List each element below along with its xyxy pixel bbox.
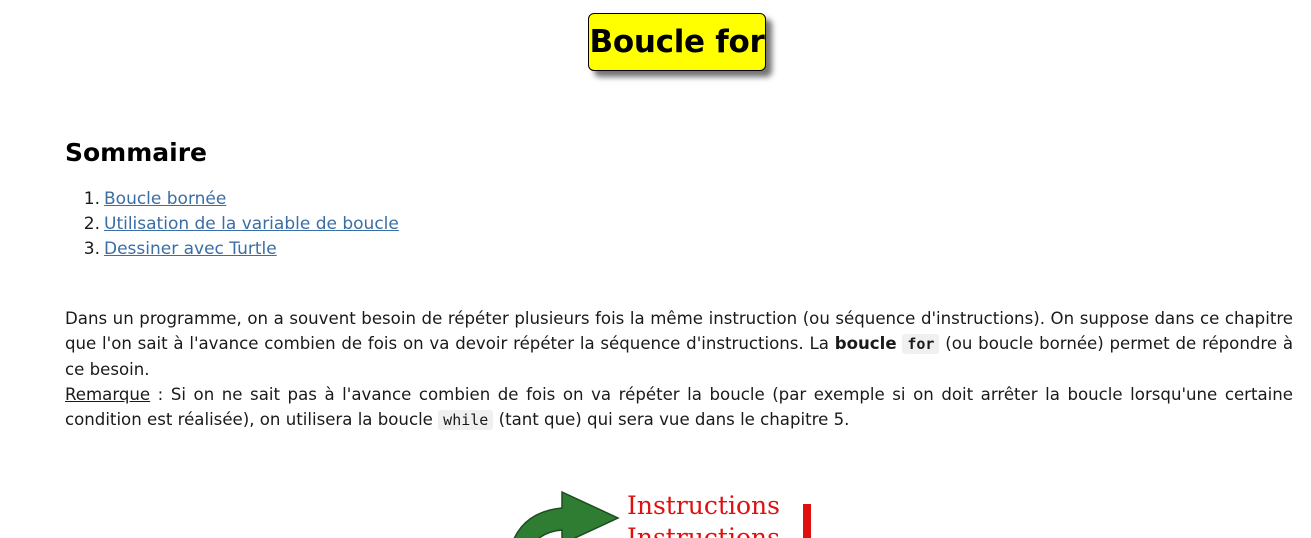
toc-link-boucle-bornee[interactable]: Boucle bornée <box>104 187 226 212</box>
toc-item: 1. Boucle bornée <box>65 187 399 212</box>
remark-paragraph: Remarque : Si on ne sait pas à l'avance … <box>65 382 1293 433</box>
diagram-label: Instructions <box>627 491 780 520</box>
loop-arrow-icon <box>513 490 620 538</box>
remark-label: Remarque <box>65 385 151 404</box>
toc-number: 3. <box>83 239 100 259</box>
table-of-contents: 1. Boucle bornée 2. Utilisation de la va… <box>65 187 399 262</box>
code-while: while <box>438 410 494 430</box>
title-box: Boucle for <box>588 13 766 71</box>
code-for: for <box>902 334 940 354</box>
sommaire-heading: Sommaire <box>65 138 208 167</box>
intro-paragraph: Dans un programme, on a souvent besoin d… <box>65 306 1293 382</box>
boucle-bold: boucle <box>834 334 897 353</box>
toc-item: 3. Dessiner avec Turtle <box>65 237 399 262</box>
toc-link-dessiner-avec-turtle[interactable]: Dessiner avec Turtle <box>104 237 277 262</box>
page-title: Boucle for <box>589 24 765 60</box>
diagram-label: Instructions <box>627 523 780 538</box>
remark-text-part: (tant que) qui sera vue dans le chapitre… <box>493 410 850 429</box>
bracket-bar <box>803 504 811 538</box>
toc-number: 1. <box>83 189 100 209</box>
intro-text: Dans un programme, on a souvent besoin d… <box>65 306 1293 433</box>
loop-diagram: Instructions Instructions <box>500 470 830 538</box>
toc-link-variable-de-boucle[interactable]: Utilisation de la variable de boucle <box>104 212 399 237</box>
toc-number: 2. <box>83 214 100 234</box>
toc-item: 2. Utilisation de la variable de boucle <box>65 212 399 237</box>
